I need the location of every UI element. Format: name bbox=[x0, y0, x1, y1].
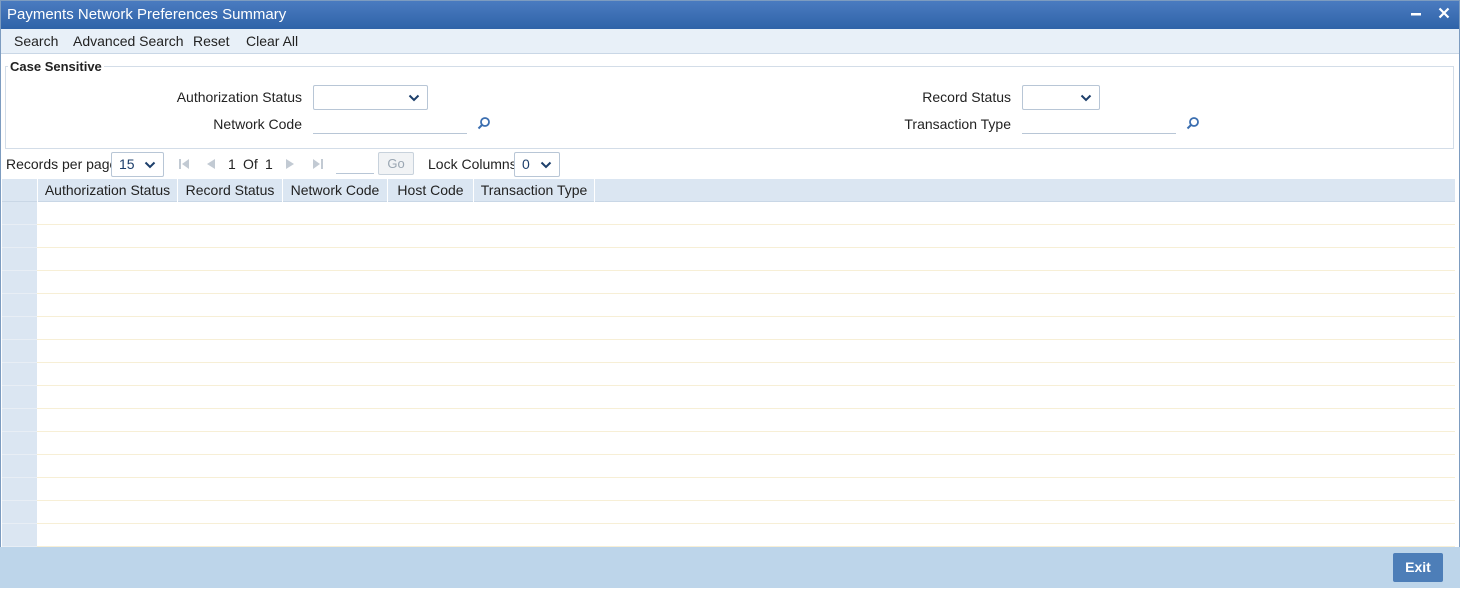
column-network-code[interactable]: Network Code bbox=[283, 179, 388, 202]
row-selector[interactable] bbox=[2, 271, 37, 294]
table-row[interactable] bbox=[2, 363, 1455, 386]
footer-bar: Exit bbox=[0, 547, 1460, 588]
row-selector[interactable] bbox=[2, 386, 37, 409]
table-row[interactable] bbox=[2, 478, 1455, 501]
row-selector[interactable] bbox=[2, 294, 37, 317]
column-host-code[interactable]: Host Code bbox=[388, 179, 474, 202]
table-row[interactable] bbox=[2, 432, 1455, 455]
table-row[interactable] bbox=[2, 225, 1455, 248]
lock-columns-label: Lock Columns bbox=[428, 156, 517, 172]
column-record-status[interactable]: Record Status bbox=[178, 179, 283, 202]
exit-button[interactable]: Exit bbox=[1393, 553, 1443, 582]
row-selector[interactable] bbox=[2, 225, 37, 248]
chevron-down-icon bbox=[408, 94, 420, 102]
record-status-label: Record Status bbox=[922, 89, 1011, 105]
record-status-select[interactable] bbox=[1022, 85, 1100, 110]
lock-columns-value: 0 bbox=[522, 156, 530, 172]
search-criteria-panel bbox=[5, 66, 1454, 149]
row-selector[interactable] bbox=[2, 432, 37, 455]
chevron-down-icon bbox=[144, 161, 156, 169]
network-code-label: Network Code bbox=[213, 116, 302, 132]
network-code-input[interactable] bbox=[313, 112, 467, 134]
row-selector[interactable] bbox=[2, 340, 37, 363]
column-transaction-type[interactable]: Transaction Type bbox=[474, 179, 595, 202]
row-selector[interactable] bbox=[2, 501, 37, 524]
clear-all-button[interactable]: Clear All bbox=[246, 33, 298, 49]
previous-page-icon[interactable] bbox=[205, 158, 217, 170]
row-selector[interactable] bbox=[2, 478, 37, 501]
table-row[interactable] bbox=[2, 455, 1455, 478]
row-selector[interactable] bbox=[2, 202, 37, 225]
table-row[interactable] bbox=[2, 271, 1455, 294]
total-pages: 1 bbox=[265, 156, 273, 172]
table-row[interactable] bbox=[2, 524, 1455, 547]
lock-columns-select[interactable]: 0 bbox=[514, 152, 560, 177]
table-row[interactable] bbox=[2, 294, 1455, 317]
records-per-page-value: 15 bbox=[119, 156, 135, 172]
authorization-status-select[interactable] bbox=[313, 85, 428, 110]
window-title: Payments Network Preferences Summary bbox=[7, 6, 287, 23]
chevron-down-icon bbox=[1080, 94, 1092, 102]
first-page-icon[interactable] bbox=[178, 158, 190, 170]
network-code-lookup-icon[interactable] bbox=[477, 116, 491, 130]
column-authorization-status[interactable]: Authorization Status bbox=[38, 179, 178, 202]
case-sensitive-legend: Case Sensitive bbox=[8, 59, 104, 74]
row-selector[interactable] bbox=[2, 524, 37, 547]
table-row[interactable] bbox=[2, 202, 1455, 225]
last-page-icon[interactable] bbox=[312, 158, 324, 170]
grid-body bbox=[2, 202, 1455, 547]
transaction-type-lookup-icon[interactable] bbox=[1186, 116, 1200, 130]
row-selector[interactable] bbox=[2, 409, 37, 432]
row-selector[interactable] bbox=[2, 363, 37, 386]
table-row[interactable] bbox=[2, 409, 1455, 432]
of-label: Of bbox=[243, 156, 258, 172]
reset-button[interactable]: Reset bbox=[193, 33, 230, 49]
select-all-column[interactable] bbox=[2, 179, 38, 202]
go-button[interactable]: Go bbox=[378, 152, 414, 175]
row-selector[interactable] bbox=[2, 248, 37, 271]
records-per-page-label: Records per page bbox=[6, 156, 118, 172]
advanced-search-button[interactable]: Advanced Search bbox=[73, 33, 184, 49]
chevron-down-icon bbox=[540, 161, 552, 169]
goto-page-input[interactable] bbox=[336, 152, 374, 174]
table-row[interactable] bbox=[2, 248, 1455, 271]
toolbar: Search Advanced Search Reset Clear All bbox=[1, 29, 1459, 54]
grid-header: Authorization Status Record Status Netwo… bbox=[2, 179, 1455, 202]
row-selector[interactable] bbox=[2, 455, 37, 478]
row-selector[interactable] bbox=[2, 317, 37, 340]
title-bar: Payments Network Preferences Summary bbox=[1, 1, 1459, 29]
transaction-type-input[interactable] bbox=[1022, 112, 1176, 134]
current-page: 1 bbox=[228, 156, 236, 172]
minimize-icon[interactable] bbox=[1405, 4, 1427, 26]
authorization-status-label: Authorization Status bbox=[176, 89, 302, 105]
transaction-type-label: Transaction Type bbox=[904, 116, 1011, 132]
next-page-icon[interactable] bbox=[284, 158, 296, 170]
table-row[interactable] bbox=[2, 340, 1455, 363]
pagination-bar: Records per page 15 1 Of 1 Go Lock Colum… bbox=[0, 152, 1460, 177]
close-icon[interactable] bbox=[1433, 4, 1455, 26]
search-button[interactable]: Search bbox=[14, 33, 58, 49]
table-row[interactable] bbox=[2, 386, 1455, 409]
records-per-page-select[interactable]: 15 bbox=[111, 152, 164, 177]
table-row[interactable] bbox=[2, 501, 1455, 524]
table-row[interactable] bbox=[2, 317, 1455, 340]
